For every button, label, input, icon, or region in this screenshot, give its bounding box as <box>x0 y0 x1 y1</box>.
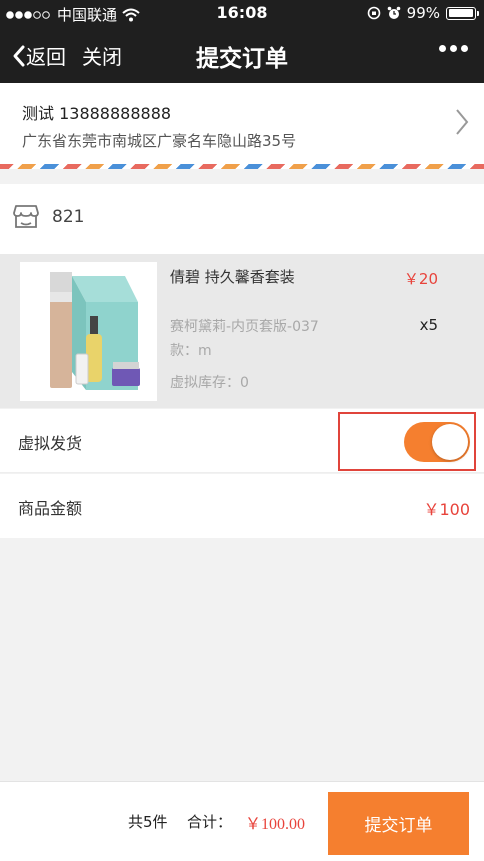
alarm-icon <box>387 6 400 19</box>
battery-icon <box>446 6 479 20</box>
product-spec: 赛柯黛莉-内页套版-037 <box>170 319 319 335</box>
submit-order-button[interactable]: 提交订单 <box>328 792 469 855</box>
checkout-bar: 共5件 合计： ￥100.00 提交订单 <box>0 781 484 861</box>
battery-percent: 99% <box>406 4 440 22</box>
shipping-address[interactable]: 测试 13888888888 广东省东莞市南城区广豪名车隐山路35号 <box>0 83 484 168</box>
status-right: 99% <box>367 4 479 22</box>
more-menu-icon[interactable] <box>439 45 468 52</box>
address-detail: 广东省东莞市南城区广豪名车隐山路35号 <box>22 132 297 150</box>
virtual-delivery-label: 虚拟发货 <box>18 434 83 453</box>
recipient-name-phone: 测试 13888888888 <box>22 104 172 123</box>
page-title: 提交订单 <box>196 46 288 72</box>
product-stock: 虚拟库存：0 <box>170 375 249 391</box>
goods-amount-value: ￥100 <box>423 500 470 519</box>
product-size: 款：m <box>170 343 212 359</box>
total-amount: ￥100.00 <box>245 816 306 833</box>
status-bar: 中国联通 16:08 99% <box>0 0 484 27</box>
orientation-lock-icon <box>367 6 380 20</box>
product-item: 倩碧 持久馨香套装 ￥20 赛柯黛莉-内页套版-037 x5 款：m 虚拟库存：… <box>0 254 484 408</box>
product-price: ￥20 <box>403 270 438 288</box>
store-icon <box>13 205 39 228</box>
goods-amount-row: 商品金额 ￥100 <box>0 474 484 538</box>
total-label: 合计： <box>187 813 233 831</box>
product-quantity: x5 <box>419 316 438 334</box>
shop-name: 821 <box>52 207 85 227</box>
toggle-knob <box>432 424 468 460</box>
product-name: 倩碧 持久馨香套装 <box>170 268 295 286</box>
virtual-delivery-toggle[interactable] <box>404 422 470 462</box>
chevron-right-icon <box>456 109 469 135</box>
product-image <box>20 262 157 401</box>
airmail-border <box>0 164 484 169</box>
nav-bar: 返回 关闭 提交订单 <box>0 27 484 83</box>
goods-amount-label: 商品金额 <box>18 499 83 518</box>
item-count: 共5件 <box>128 813 168 831</box>
shop-row: 821 <box>0 184 484 254</box>
